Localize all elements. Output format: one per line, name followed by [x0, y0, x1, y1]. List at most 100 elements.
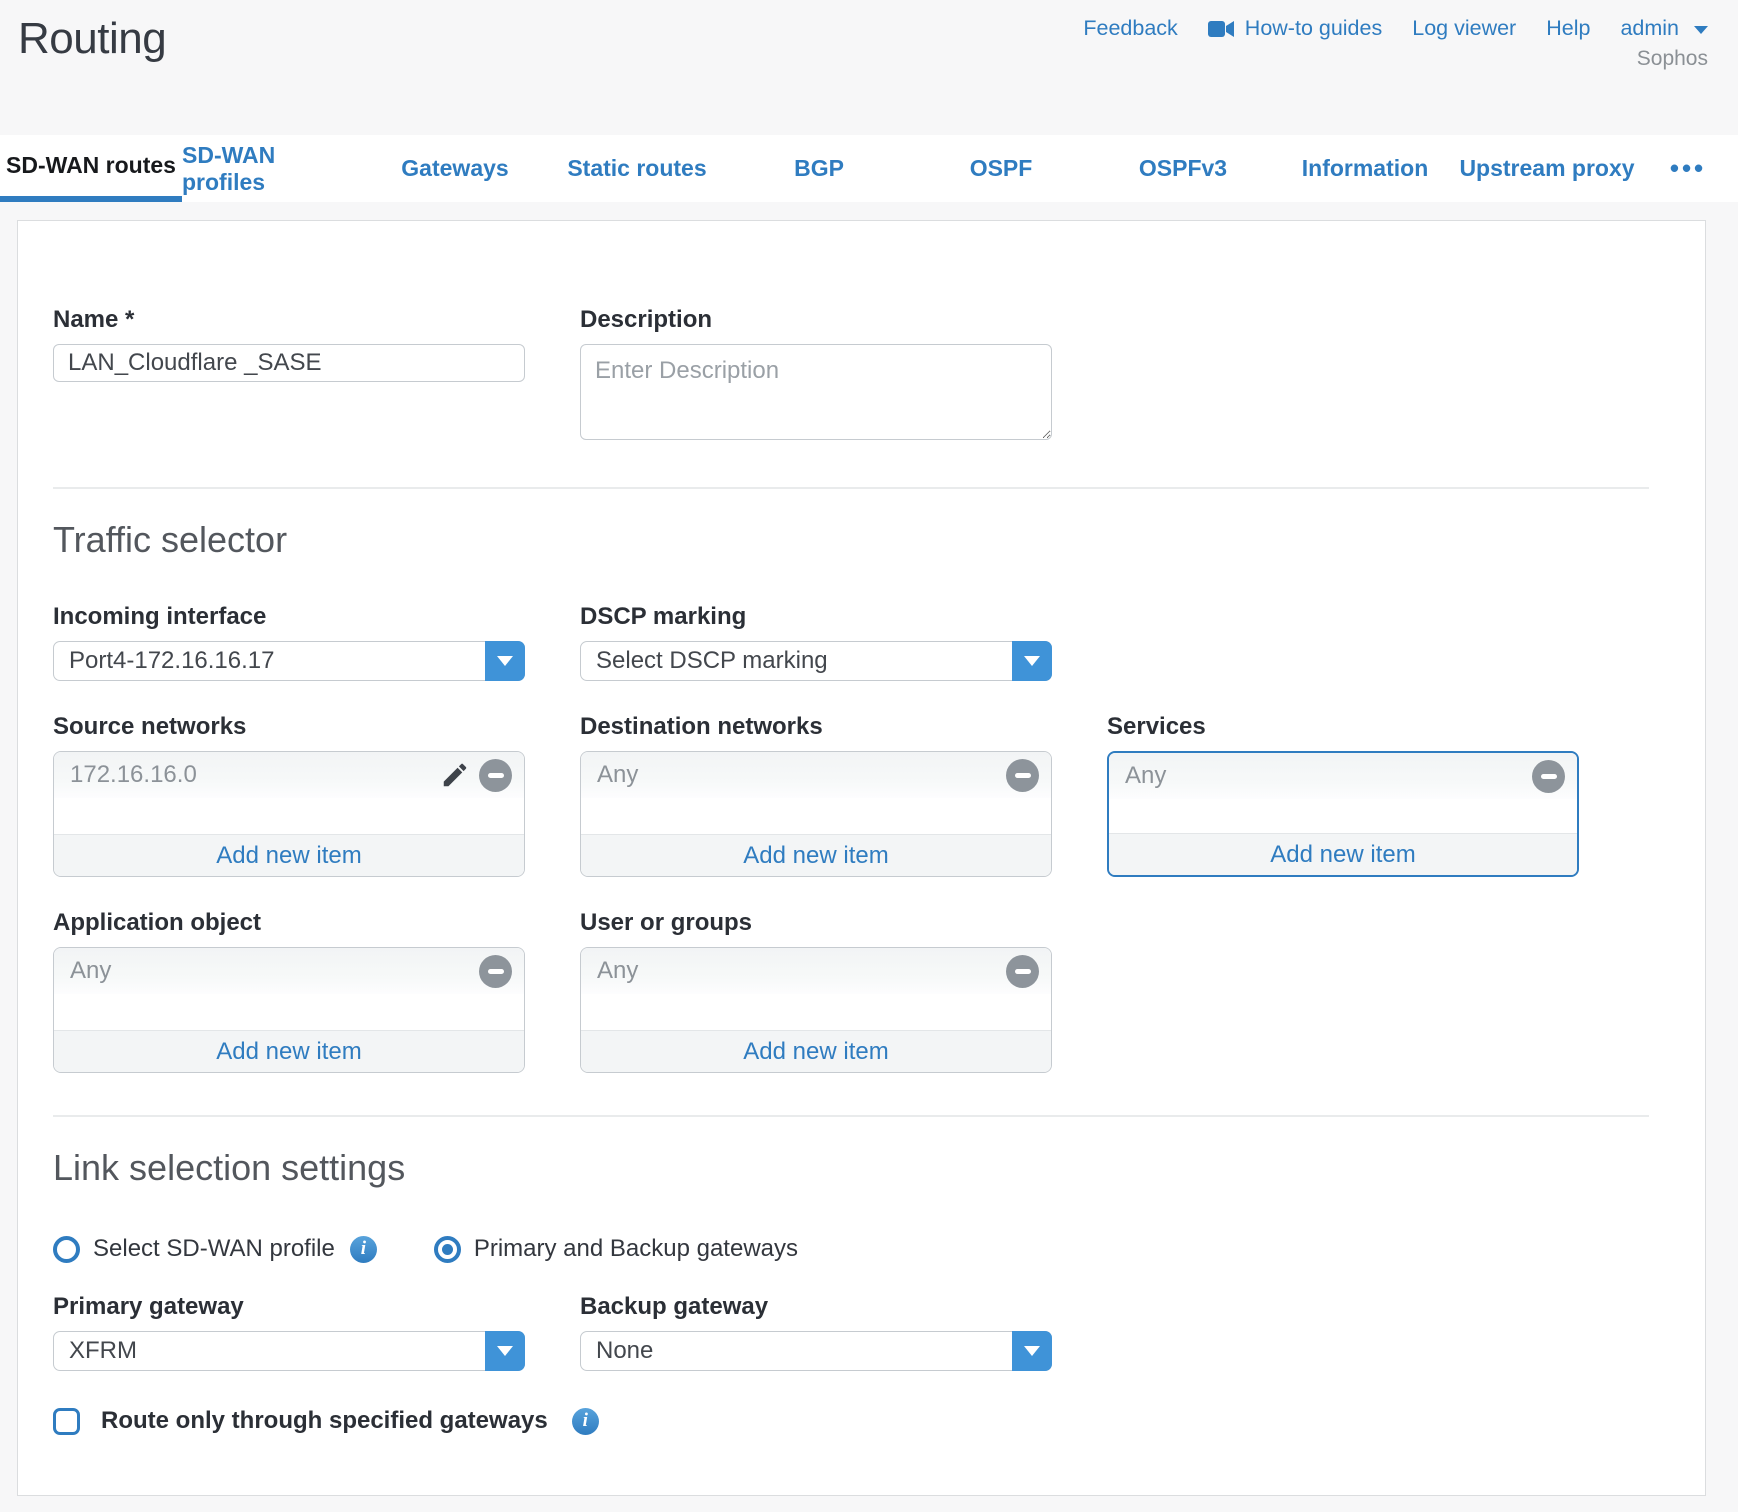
tab-sdwan-profiles[interactable]: SD-WAN profiles — [182, 135, 364, 202]
tab-bar: SD-WAN routes SD-WAN profiles Gateways S… — [0, 135, 1738, 202]
admin-menu[interactable]: admin — [1620, 16, 1708, 41]
dscp-marking-select[interactable]: Select DSCP marking — [580, 641, 1052, 681]
content-card: Name * Description Traffic selector Inco… — [17, 220, 1706, 1496]
source-networks-box: 172.16.16.0 Add new item — [53, 751, 525, 877]
remove-minus-icon[interactable] — [1532, 760, 1565, 793]
add-new-item-button[interactable]: Add new item — [54, 1030, 524, 1072]
description-label: Description — [580, 306, 1052, 333]
info-icon[interactable] — [350, 1236, 377, 1263]
list-item-value: 172.16.16.0 — [70, 761, 440, 789]
remove-minus-icon[interactable] — [1006, 759, 1039, 792]
name-label: Name * — [53, 306, 525, 333]
tab-upstream-proxy[interactable]: Upstream proxy — [1456, 135, 1638, 202]
add-new-item-button[interactable]: Add new item — [54, 834, 524, 876]
tab-gateways[interactable]: Gateways — [364, 135, 546, 202]
backup-gateway-label: Backup gateway — [580, 1293, 1052, 1320]
feedback-link-label: Feedback — [1083, 16, 1177, 41]
list-empty-area — [581, 798, 1051, 834]
section-divider — [53, 487, 1649, 489]
howto-guides-link[interactable]: How-to guides — [1208, 16, 1382, 41]
chevron-down-icon[interactable] — [1012, 641, 1052, 681]
route-only-label: Route only through specified gateways — [101, 1407, 548, 1435]
section-divider — [53, 1115, 1649, 1117]
tab-information[interactable]: Information — [1274, 135, 1456, 202]
backup-gateway-select[interactable]: None — [580, 1331, 1052, 1371]
tab-sdwan-routes[interactable]: SD-WAN routes — [0, 135, 182, 202]
route-only-row: Route only through specified gateways — [53, 1407, 1705, 1435]
chevron-down-icon[interactable] — [1012, 1331, 1052, 1371]
howto-guides-link-label: How-to guides — [1245, 16, 1382, 41]
list-item: Any — [581, 752, 1051, 798]
top-nav: Feedback How-to guides Log viewer Help a… — [1083, 16, 1708, 41]
backup-gateway-value: None — [581, 1337, 1012, 1365]
tab-bgp[interactable]: BGP — [728, 135, 910, 202]
list-item-value: Any — [597, 957, 1006, 985]
destination-networks-box: Any Add new item — [580, 751, 1052, 877]
add-new-item-button[interactable]: Add new item — [581, 1030, 1051, 1072]
page-title: Routing — [18, 14, 166, 64]
radio-label: Select SD-WAN profile — [93, 1235, 335, 1263]
admin-menu-label: admin — [1620, 16, 1679, 41]
user-or-groups-box: Any Add new item — [580, 947, 1052, 1073]
user-or-groups-label: User or groups — [580, 909, 1052, 936]
services-label: Services — [1107, 713, 1579, 740]
radio-primary-backup-gateways[interactable]: Primary and Backup gateways — [434, 1235, 798, 1263]
incoming-interface-value: Port4-172.16.16.17 — [54, 647, 485, 675]
remove-minus-icon[interactable] — [479, 955, 512, 988]
feedback-link[interactable]: Feedback — [1083, 16, 1177, 41]
list-empty-area — [54, 798, 524, 834]
chevron-down-icon[interactable] — [485, 641, 525, 681]
services-box: Any Add new item — [1107, 751, 1579, 877]
remove-minus-icon[interactable] — [479, 759, 512, 792]
log-viewer-link[interactable]: Log viewer — [1412, 16, 1516, 41]
radio-icon[interactable] — [53, 1236, 80, 1263]
list-item: 172.16.16.0 — [54, 752, 524, 798]
list-item: Any — [54, 948, 524, 994]
chevron-down-icon[interactable] — [485, 1331, 525, 1371]
help-link-label: Help — [1546, 16, 1590, 41]
list-item: Any — [1109, 753, 1577, 799]
link-selection-radio-group: Select SD-WAN profile Primary and Backup… — [53, 1235, 1705, 1263]
brand-label: Sophos — [1637, 47, 1708, 71]
incoming-interface-label: Incoming interface — [53, 603, 525, 630]
primary-gateway-label: Primary gateway — [53, 1293, 525, 1320]
list-item-value: Any — [70, 957, 479, 985]
tab-static-routes[interactable]: Static routes — [546, 135, 728, 202]
traffic-selector-heading: Traffic selector — [53, 519, 1705, 561]
list-empty-area — [54, 994, 524, 1030]
route-only-checkbox[interactable] — [53, 1408, 80, 1435]
primary-gateway-select[interactable]: XFRM — [53, 1331, 525, 1371]
application-object-box: Any Add new item — [53, 947, 525, 1073]
tab-overflow-ellipsis-icon[interactable]: ••• — [1638, 135, 1738, 202]
list-item-value: Any — [597, 761, 1006, 789]
source-networks-label: Source networks — [53, 713, 525, 740]
video-camera-icon — [1208, 20, 1235, 38]
incoming-interface-select[interactable]: Port4-172.16.16.17 — [53, 641, 525, 681]
remove-minus-icon[interactable] — [1006, 955, 1039, 988]
chevron-down-icon — [1694, 26, 1708, 34]
list-empty-area — [1109, 799, 1577, 833]
info-icon[interactable] — [572, 1408, 599, 1435]
list-empty-area — [581, 994, 1051, 1030]
description-input[interactable] — [580, 344, 1052, 440]
link-selection-heading: Link selection settings — [53, 1147, 1705, 1189]
application-object-label: Application object — [53, 909, 525, 936]
tab-ospfv3[interactable]: OSPFv3 — [1092, 135, 1274, 202]
add-new-item-button[interactable]: Add new item — [1109, 833, 1577, 875]
radio-select-sdwan-profile[interactable]: Select SD-WAN profile — [53, 1235, 335, 1263]
dscp-marking-label: DSCP marking — [580, 603, 1052, 630]
edit-pencil-icon[interactable] — [440, 760, 470, 790]
destination-networks-label: Destination networks — [580, 713, 1052, 740]
name-input[interactable] — [53, 344, 525, 382]
radio-icon-selected[interactable] — [434, 1236, 461, 1263]
add-new-item-button[interactable]: Add new item — [581, 834, 1051, 876]
list-item: Any — [581, 948, 1051, 994]
log-viewer-link-label: Log viewer — [1412, 16, 1516, 41]
radio-label: Primary and Backup gateways — [474, 1235, 798, 1263]
tab-ospf[interactable]: OSPF — [910, 135, 1092, 202]
list-item-value: Any — [1125, 762, 1532, 790]
page-header: Routing Feedback How-to guides Log viewe… — [0, 0, 1738, 135]
primary-gateway-value: XFRM — [54, 1337, 485, 1365]
dscp-marking-value: Select DSCP marking — [581, 647, 1012, 675]
help-link[interactable]: Help — [1546, 16, 1590, 41]
